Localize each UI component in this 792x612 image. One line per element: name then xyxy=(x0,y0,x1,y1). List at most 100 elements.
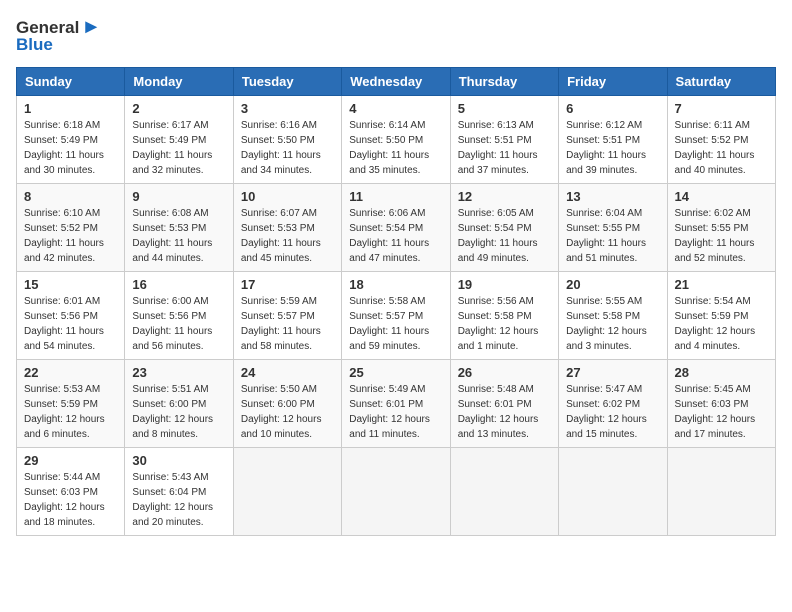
day-info: Sunrise: 6:05 AMSunset: 5:54 PMDaylight:… xyxy=(458,206,551,266)
calendar-day-cell: 9Sunrise: 6:08 AMSunset: 5:53 PMDaylight… xyxy=(125,184,233,272)
calendar-week-row: 29 Sunrise: 5:44 AMSunset: 6:03 PMDayligh… xyxy=(17,448,776,536)
day-number: 10 xyxy=(241,189,334,204)
day-number: 23 xyxy=(132,365,225,380)
day-number: 2 xyxy=(132,101,225,116)
calendar-day-cell: 1 Sunrise: 6:18 AMSunset: 5:49 PMDaylight… xyxy=(17,96,125,184)
calendar-day-cell: 11 Sunrise: 6:06 AMSunset: 5:54 PMDayligh… xyxy=(342,184,450,272)
weekday-header-thursday: Thursday xyxy=(450,68,558,96)
calendar-day-cell: 18 Sunrise: 5:58 AMSunset: 5:57 PMDayligh… xyxy=(342,272,450,360)
day-info: Sunrise: 5:59 AMSunset: 5:57 PMDaylight:… xyxy=(241,294,334,354)
day-info: Sunrise: 5:47 AMSunset: 6:02 PMDaylight:… xyxy=(566,382,659,442)
day-info: Sunrise: 5:44 AMSunset: 6:03 PMDaylight:… xyxy=(24,470,117,530)
logo-blue: Blue xyxy=(16,35,53,55)
day-number: 28 xyxy=(675,365,768,380)
weekday-header-tuesday: Tuesday xyxy=(233,68,341,96)
day-info: Sunrise: 5:49 AMSunset: 6:01 PMDaylight:… xyxy=(349,382,442,442)
calendar-day-cell: 6 Sunrise: 6:12 AMSunset: 5:51 PMDaylight… xyxy=(559,96,667,184)
day-number: 14 xyxy=(675,189,768,204)
day-info: Sunrise: 5:53 AMSunset: 5:59 PMDaylight:… xyxy=(24,382,117,442)
day-info: Sunrise: 6:11 AMSunset: 5:52 PMDaylight:… xyxy=(675,118,768,178)
calendar-day-cell: 27 Sunrise: 5:47 AMSunset: 6:02 PMDayligh… xyxy=(559,360,667,448)
weekday-header-wednesday: Wednesday xyxy=(342,68,450,96)
day-number: 25 xyxy=(349,365,442,380)
day-info: Sunrise: 6:17 AMSunset: 5:49 PMDaylight:… xyxy=(132,118,225,178)
day-info: Sunrise: 6:10 AMSunset: 5:52 PMDaylight:… xyxy=(24,206,117,266)
calendar-day-cell: 19 Sunrise: 5:56 AMSunset: 5:58 PMDayligh… xyxy=(450,272,558,360)
day-number: 27 xyxy=(566,365,659,380)
weekday-header-monday: Monday xyxy=(125,68,233,96)
calendar-day-cell: 2 Sunrise: 6:17 AMSunset: 5:49 PMDaylight… xyxy=(125,96,233,184)
calendar-day-cell: 5 Sunrise: 6:13 AMSunset: 5:51 PMDaylight… xyxy=(450,96,558,184)
day-info: Sunrise: 5:54 AMSunset: 5:59 PMDaylight:… xyxy=(675,294,768,354)
page-header: General ► Blue xyxy=(16,16,776,55)
logo: General ► Blue xyxy=(16,16,101,55)
calendar-table: SundayMondayTuesdayWednesdayThursdayFrid… xyxy=(16,67,776,536)
calendar-day-cell: 22 Sunrise: 5:53 AMSunset: 5:59 PMDayligh… xyxy=(17,360,125,448)
day-number: 7 xyxy=(675,101,768,116)
day-number: 6 xyxy=(566,101,659,116)
day-info: Sunrise: 6:00 AMSunset: 5:56 PMDaylight:… xyxy=(132,294,225,354)
calendar-day-cell: 3Sunrise: 6:16 AMSunset: 5:50 PMDaylight… xyxy=(233,96,341,184)
day-info: Sunrise: 6:13 AMSunset: 5:51 PMDaylight:… xyxy=(458,118,551,178)
day-number: 4 xyxy=(349,101,442,116)
weekday-header-saturday: Saturday xyxy=(667,68,775,96)
weekday-header-sunday: Sunday xyxy=(17,68,125,96)
day-number: 22 xyxy=(24,365,117,380)
day-number: 17 xyxy=(241,277,334,292)
calendar-day-cell: 24 Sunrise: 5:50 AMSunset: 6:00 PMDayligh… xyxy=(233,360,341,448)
day-info: Sunrise: 5:56 AMSunset: 5:58 PMDaylight:… xyxy=(458,294,551,354)
day-info: Sunrise: 6:14 AMSunset: 5:50 PMDaylight:… xyxy=(349,118,442,178)
day-info: Sunrise: 6:07 AMSunset: 5:53 PMDaylight:… xyxy=(241,206,334,266)
calendar-day-cell: 10 Sunrise: 6:07 AMSunset: 5:53 PMDayligh… xyxy=(233,184,341,272)
calendar-day-cell: 20Sunrise: 5:55 AMSunset: 5:58 PMDayligh… xyxy=(559,272,667,360)
day-number: 12 xyxy=(458,189,551,204)
calendar-day-cell xyxy=(667,448,775,536)
calendar-day-cell xyxy=(559,448,667,536)
day-number: 9 xyxy=(132,189,225,204)
calendar-day-cell: 25 Sunrise: 5:49 AMSunset: 6:01 PMDayligh… xyxy=(342,360,450,448)
day-info: Sunrise: 5:58 AMSunset: 5:57 PMDaylight:… xyxy=(349,294,442,354)
calendar-week-row: 22 Sunrise: 5:53 AMSunset: 5:59 PMDayligh… xyxy=(17,360,776,448)
calendar-day-cell: 21 Sunrise: 5:54 AMSunset: 5:59 PMDayligh… xyxy=(667,272,775,360)
calendar-day-cell: 13Sunrise: 6:04 AMSunset: 5:55 PMDayligh… xyxy=(559,184,667,272)
calendar-day-cell: 12 Sunrise: 6:05 AMSunset: 5:54 PMDayligh… xyxy=(450,184,558,272)
day-info: Sunrise: 6:01 AMSunset: 5:56 PMDaylight:… xyxy=(24,294,117,354)
day-number: 15 xyxy=(24,277,117,292)
calendar-week-row: 8 Sunrise: 6:10 AMSunset: 5:52 PMDaylight… xyxy=(17,184,776,272)
calendar-week-row: 1 Sunrise: 6:18 AMSunset: 5:49 PMDaylight… xyxy=(17,96,776,184)
day-number: 1 xyxy=(24,101,117,116)
day-number: 26 xyxy=(458,365,551,380)
calendar-day-cell: 14 Sunrise: 6:02 AMSunset: 5:55 PMDayligh… xyxy=(667,184,775,272)
day-number: 11 xyxy=(349,189,442,204)
day-number: 3 xyxy=(241,101,334,116)
day-number: 5 xyxy=(458,101,551,116)
calendar-day-cell: 4 Sunrise: 6:14 AMSunset: 5:50 PMDaylight… xyxy=(342,96,450,184)
day-number: 21 xyxy=(675,277,768,292)
calendar-day-cell: 16Sunrise: 6:00 AMSunset: 5:56 PMDayligh… xyxy=(125,272,233,360)
calendar-day-cell xyxy=(342,448,450,536)
day-number: 19 xyxy=(458,277,551,292)
day-number: 29 xyxy=(24,453,117,468)
calendar-day-cell: 26Sunrise: 5:48 AMSunset: 6:01 PMDayligh… xyxy=(450,360,558,448)
day-info: Sunrise: 6:04 AMSunset: 5:55 PMDaylight:… xyxy=(566,206,659,266)
calendar-week-row: 15 Sunrise: 6:01 AMSunset: 5:56 PMDayligh… xyxy=(17,272,776,360)
day-info: Sunrise: 6:02 AMSunset: 5:55 PMDaylight:… xyxy=(675,206,768,266)
day-info: Sunrise: 6:18 AMSunset: 5:49 PMDaylight:… xyxy=(24,118,117,178)
day-info: Sunrise: 6:06 AMSunset: 5:54 PMDaylight:… xyxy=(349,206,442,266)
calendar-day-cell: 30Sunrise: 5:43 AMSunset: 6:04 PMDayligh… xyxy=(125,448,233,536)
weekday-header-row: SundayMondayTuesdayWednesdayThursdayFrid… xyxy=(17,68,776,96)
calendar-day-cell: 17 Sunrise: 5:59 AMSunset: 5:57 PMDayligh… xyxy=(233,272,341,360)
day-info: Sunrise: 5:51 AMSunset: 6:00 PMDaylight:… xyxy=(132,382,225,442)
day-info: Sunrise: 5:50 AMSunset: 6:00 PMDaylight:… xyxy=(241,382,334,442)
calendar-day-cell xyxy=(450,448,558,536)
calendar-day-cell: 7 Sunrise: 6:11 AMSunset: 5:52 PMDaylight… xyxy=(667,96,775,184)
calendar-day-cell: 29 Sunrise: 5:44 AMSunset: 6:03 PMDayligh… xyxy=(17,448,125,536)
day-info: Sunrise: 5:45 AMSunset: 6:03 PMDaylight:… xyxy=(675,382,768,442)
day-info: Sunrise: 6:12 AMSunset: 5:51 PMDaylight:… xyxy=(566,118,659,178)
day-number: 24 xyxy=(241,365,334,380)
day-number: 18 xyxy=(349,277,442,292)
day-number: 20 xyxy=(566,277,659,292)
weekday-header-friday: Friday xyxy=(559,68,667,96)
calendar-day-cell: 8 Sunrise: 6:10 AMSunset: 5:52 PMDaylight… xyxy=(17,184,125,272)
day-number: 8 xyxy=(24,189,117,204)
